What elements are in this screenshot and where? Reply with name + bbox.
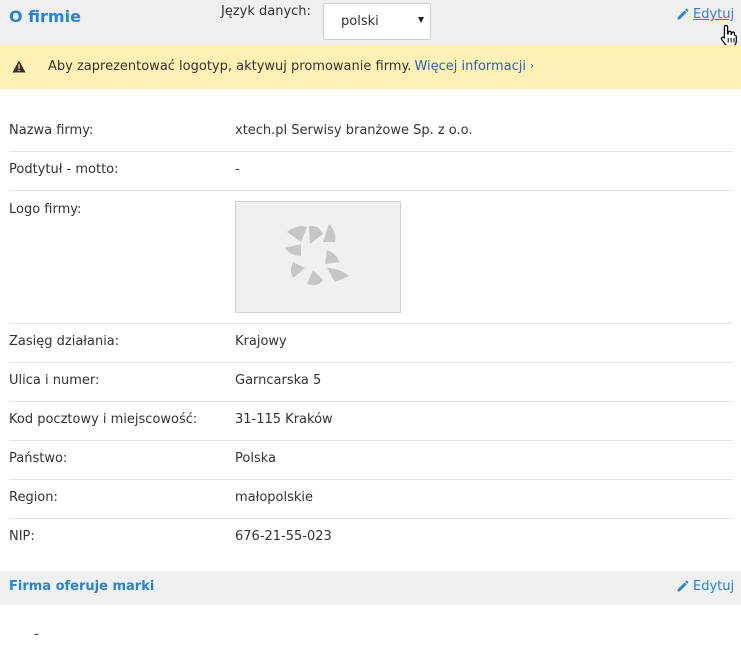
field-row-nip: NIP: 676-21-55-023	[9, 519, 732, 558]
field-value: 31-115 Kraków	[235, 412, 333, 427]
more-info-link[interactable]: Więcej informacji	[414, 59, 526, 74]
field-row-company-name: Nazwa firmy: xtech.pl Serwisy branżowe S…	[9, 113, 732, 152]
field-label: Ulica i numer:	[9, 373, 100, 388]
field-value: -	[235, 162, 240, 177]
field-label: Kod pocztowy i miejscowość:	[9, 412, 198, 427]
field-label: Podtytuł - motto:	[9, 162, 119, 177]
field-label: Nazwa firmy:	[9, 123, 94, 138]
field-label: Logo firmy:	[9, 202, 82, 217]
field-label: NIP:	[9, 529, 35, 544]
field-row-postal: Kod pocztowy i miejscowość: 31-115 Krakó…	[9, 402, 732, 441]
warning-icon	[12, 60, 26, 73]
page-title: O firmie	[9, 7, 81, 26]
notice-message: Aby zaprezentować logotyp, aktywuj promo…	[48, 59, 412, 74]
brands-value: -	[34, 627, 39, 642]
field-value: xtech.pl Serwisy branżowe Sp. z o.o.	[235, 123, 473, 138]
edit-brands-button[interactable]: Edytuj	[676, 579, 734, 594]
field-label: Region:	[9, 490, 58, 505]
field-value: 676-21-55-023	[235, 529, 332, 544]
notice-text: Aby zaprezentować logotyp, aktywuj promo…	[48, 59, 534, 74]
brands-title: Firma oferuje marki	[9, 579, 155, 594]
field-row-street: Ulica i numer: Garncarska 5	[9, 363, 732, 402]
pencil-icon	[677, 580, 689, 592]
edit-brands-label: Edytuj	[693, 579, 735, 594]
field-row-region: Region: małopolskie	[9, 480, 732, 519]
field-row-logo: Logo firmy:	[9, 191, 732, 324]
caret-down-icon	[418, 17, 424, 23]
promotion-notice: Aby zaprezentować logotyp, aktywuj promo…	[0, 45, 741, 89]
language-label: Język danych:	[221, 4, 311, 19]
pencil-icon	[677, 8, 689, 20]
edit-about-label: Edytuj	[693, 7, 735, 22]
field-label: Zasięg działania:	[9, 334, 120, 349]
field-value: małopolskie	[235, 490, 314, 505]
field-value: Polska	[235, 451, 276, 466]
field-label: Państwo:	[9, 451, 68, 466]
language-select-value: polski	[341, 14, 379, 29]
edit-about-button[interactable]: Edytuj	[676, 7, 734, 22]
field-row-motto: Podtytuł - motto: -	[9, 152, 732, 191]
field-row-country: Państwo: Polska	[9, 441, 732, 480]
language-select[interactable]: polski	[323, 3, 431, 40]
logo-placeholder	[235, 201, 401, 313]
field-value: Garncarska 5	[235, 373, 322, 388]
logo-placeholder-icon	[285, 224, 349, 286]
field-value: Krajowy	[235, 334, 287, 349]
chevron-right-icon: ›	[530, 61, 535, 72]
field-row-range: Zasięg działania: Krajowy	[9, 324, 732, 363]
